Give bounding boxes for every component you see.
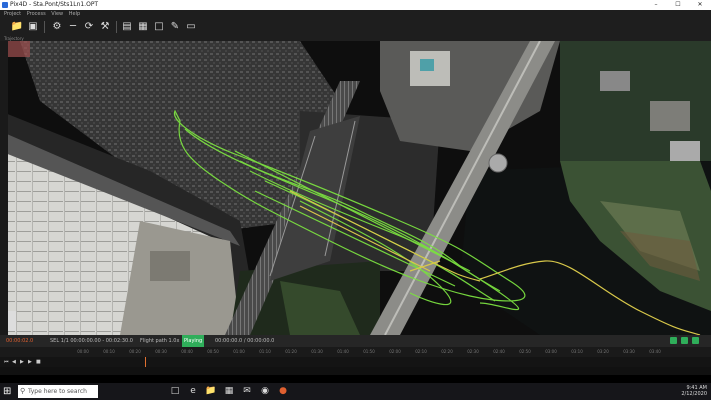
tick-label: 01:10 — [259, 349, 271, 354]
tick-label: 00:10 — [103, 349, 115, 354]
search-placeholder: Type here to search — [28, 388, 87, 395]
window-title: Pix4D - Sta.Pont/Sts1Ln1.OPT — [10, 1, 99, 8]
tick-label: 02:20 — [441, 349, 453, 354]
maximize-button[interactable]: ☐ — [667, 0, 689, 10]
tick-label: 01:40 — [337, 349, 349, 354]
tick-label: 01:20 — [285, 349, 297, 354]
search-icon: ⚲ — [20, 387, 26, 395]
skip-back-icon[interactable]: ⏮ — [4, 359, 10, 365]
tick-label: 03:40 — [649, 349, 661, 354]
tick-label: 00:40 — [181, 349, 193, 354]
timeline-panel: 00:00:02.0 SEL 1/1 00:00:00.00 - 00:02:3… — [0, 335, 711, 375]
minimize-button[interactable]: – — [645, 0, 667, 10]
edge-icon[interactable]: e — [186, 385, 200, 398]
store-icon[interactable]: ▦ — [222, 385, 236, 398]
toolbar: 📁 ▣ ⚙ ─ ⟳ ⚒ ▤ ▦ □ ✎ ▭ — [0, 18, 711, 37]
save-icon[interactable]: ▣ — [26, 20, 40, 34]
aerial-scene — [0, 41, 711, 335]
monitor-icon[interactable]: ▭ — [184, 20, 198, 34]
taskbar-search[interactable]: ⚲ Type here to search — [18, 385, 98, 398]
tick-label: 00:30 — [155, 349, 167, 354]
play-icon[interactable]: ▶ — [20, 359, 26, 365]
layers-icon[interactable]: ▤ — [120, 20, 134, 34]
timeline-header: 00:00:02.0 SEL 1/1 00:00:00.00 - 00:02:3… — [0, 335, 711, 347]
pix4d-icon[interactable]: ● — [276, 385, 290, 398]
menu-bar: Project Process View Help — [0, 10, 711, 18]
tick-label: 01:30 — [311, 349, 323, 354]
tick-label: 01:00 — [233, 349, 245, 354]
app-icon — [2, 2, 8, 8]
tick-label: 00:20 — [129, 349, 141, 354]
settings-icon[interactable]: ⚙ — [50, 20, 64, 34]
timeline-action-button[interactable] — [670, 337, 677, 344]
tick-label: 03:10 — [571, 349, 583, 354]
tick-label: 02:50 — [519, 349, 531, 354]
timeline-footer — [0, 367, 711, 375]
toolbar-separator — [116, 21, 117, 33]
crop-icon[interactable]: ▦ — [136, 20, 150, 34]
rotate-icon[interactable]: ⟳ — [82, 20, 96, 34]
tools-icon[interactable]: ⚒ — [98, 20, 112, 34]
tick-label: 02:00 — [389, 349, 401, 354]
status-badge: Playing — [182, 335, 205, 347]
close-button[interactable]: ✕ — [689, 0, 711, 10]
tick-label: 02:40 — [493, 349, 505, 354]
next-frame-icon[interactable]: ▶ — [28, 359, 34, 365]
timeline-ruler[interactable]: 00:00 00:10 00:20 00:30 00:40 00:50 01:0… — [0, 347, 711, 357]
task-view-icon[interactable]: □ — [168, 385, 182, 398]
folder-icon[interactable]: 📁 — [10, 20, 24, 34]
tick-label: 01:50 — [363, 349, 375, 354]
mail-icon[interactable]: ✉ — [240, 385, 254, 398]
menu-project[interactable]: Project — [4, 11, 21, 17]
square-icon[interactable]: □ — [152, 20, 166, 34]
clock-date: 2/12/2020 — [681, 391, 707, 397]
tick-label: 02:30 — [467, 349, 479, 354]
tick-label: 00:00 — [77, 349, 89, 354]
menu-process[interactable]: Process — [27, 11, 46, 17]
tick-label: 03:30 — [623, 349, 635, 354]
tick-label: 03:20 — [597, 349, 609, 354]
map-viewport[interactable] — [0, 41, 711, 335]
ruler-icon[interactable]: ─ — [66, 20, 80, 34]
left-panel-strip — [0, 41, 8, 335]
prev-frame-icon[interactable]: ◀ — [12, 359, 18, 365]
timeline-track[interactable]: ⏮ ◀ ▶ ▶ ■ — [0, 357, 711, 367]
stop-icon[interactable]: ■ — [36, 359, 42, 365]
pencil-icon[interactable]: ✎ — [168, 20, 182, 34]
tick-label: 00:50 — [207, 349, 219, 354]
menu-view[interactable]: View — [51, 11, 63, 17]
playhead[interactable] — [145, 357, 146, 367]
current-time: 00:00:02.0 — [6, 338, 34, 344]
start-button[interactable]: ⊞ — [3, 386, 15, 397]
timeline-action-button[interactable] — [692, 337, 699, 344]
selection-info: SEL 1/1 00:00:00.00 - 00:02:30.0 — [50, 338, 133, 344]
menu-help[interactable]: Help — [69, 11, 80, 17]
windows-taskbar: ⊞ ⚲ Type here to search □ e 📁 ▦ ✉ ◉ ● 9:… — [0, 383, 711, 400]
tick-label: 02:10 — [415, 349, 427, 354]
app-icon[interactable]: ◉ — [258, 385, 272, 398]
flight-path-speed: Flight path 1.0x — [140, 338, 180, 344]
system-tray[interactable]: 9:41 AM 2/12/2020 — [681, 385, 707, 397]
tick-label: 03:00 — [545, 349, 557, 354]
timeline-action-button[interactable] — [681, 337, 688, 344]
time-range: 00:00:00.0 / 00:00:00.0 — [215, 338, 275, 344]
file-explorer-icon[interactable]: 📁 — [204, 385, 218, 398]
toolbar-separator — [44, 21, 45, 33]
